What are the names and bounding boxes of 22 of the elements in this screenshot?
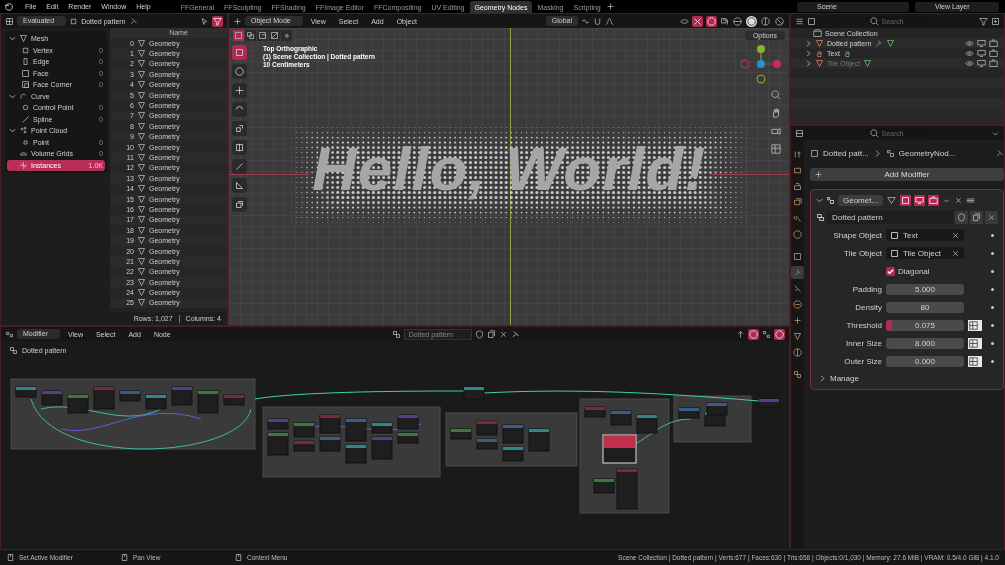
number-field[interactable]: 8.000 [886,337,964,349]
checkbox-field[interactable]: Diagonal [886,266,964,276]
input-label: Density [854,302,882,312]
input-label: Threshold [845,320,882,330]
object-field[interactable]: Text [886,229,964,241]
number-field[interactable]: 80 [886,301,964,313]
input-label: Shape Object [832,230,882,240]
node-group-field[interactable]: Dotted pattern [827,211,953,224]
input-label: Padding [851,284,882,294]
object-field[interactable]: Tile Object [886,247,964,259]
breadcrumb-item: GeometryNod... [898,148,956,158]
input-label: Tile Object [843,248,882,258]
checkbox-label: Diagonal [898,266,930,276]
input-label: Outer Size [843,356,882,366]
modifier-name-field[interactable]: Geomet... [838,195,884,206]
number-field[interactable]: 5.000 [886,283,964,295]
add-modifier-button[interactable]: Add Modifier [810,168,1004,181]
panel-header[interactable]: Manage [830,374,859,383]
slider-field[interactable]: 0.075 [886,319,964,331]
number-field[interactable]: 0.000 [886,355,964,367]
breadcrumb-item: Dotted patt... [823,148,869,158]
input-label: Inner Size [844,338,882,348]
